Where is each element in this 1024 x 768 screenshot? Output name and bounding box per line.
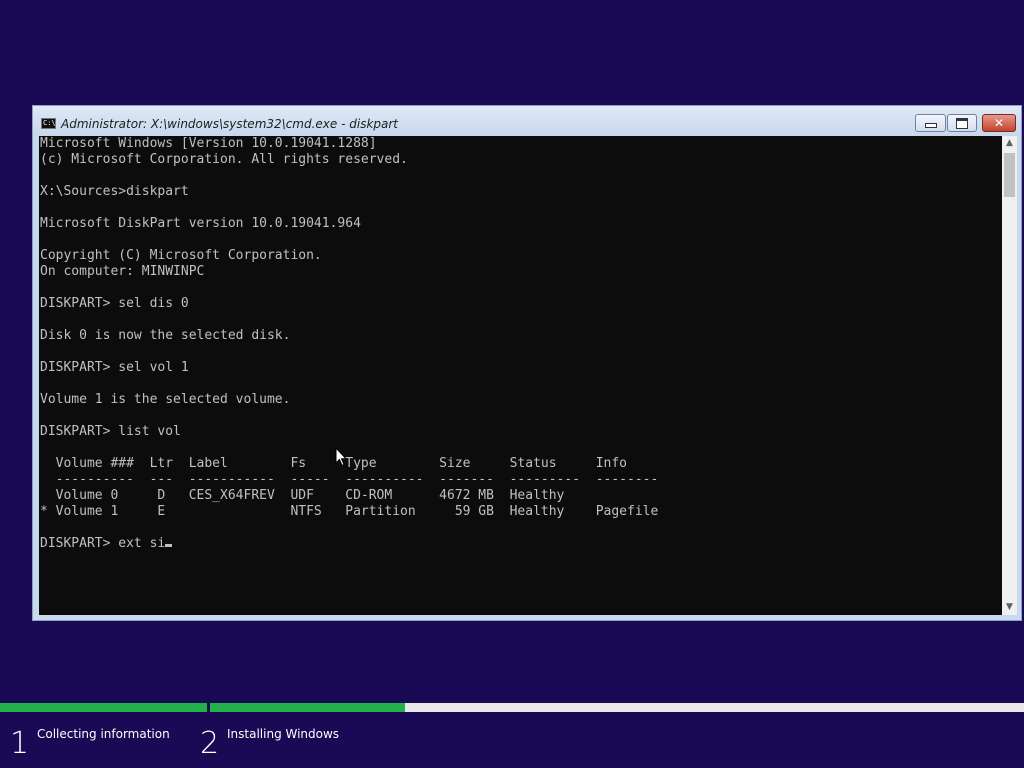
close-icon: ✕ (993, 116, 1005, 130)
maximize-button[interactable] (947, 114, 977, 132)
vertical-scrollbar[interactable]: ▲ ▼ (1002, 136, 1017, 615)
cmd-icon: C:\ (41, 118, 56, 129)
window-title: Administrator: X:\windows\system32\cmd.e… (61, 117, 399, 131)
text-cursor (165, 544, 173, 547)
scroll-up-icon[interactable]: ▲ (1002, 136, 1017, 151)
console-line: DISKPART> list vol (40, 424, 181, 439)
console-line: Volume ### Ltr Label Fs Type Size Status… (55, 456, 627, 471)
close-button[interactable]: ✕ (982, 114, 1016, 132)
console-line: DISKPART> sel dis 0 (40, 296, 189, 311)
maximize-icon (956, 117, 968, 129)
minimize-icon (924, 122, 937, 128)
mouse-pointer-icon (335, 447, 347, 467)
step-label: Collecting information (37, 727, 170, 741)
console-line: Microsoft Windows [Version 10.0.19041.12… (40, 136, 377, 151)
console-line: X:\Sources>diskpart (40, 184, 189, 199)
console-line: DISKPART> sel vol 1 (40, 360, 189, 375)
minimize-button[interactable] (915, 114, 946, 132)
setup-background: C:\ Administrator: X:\windows\system32\c… (0, 0, 1024, 768)
step-label: Installing Windows (227, 727, 340, 741)
setup-progress-bar (0, 703, 1024, 712)
console-line: ---------- --- ----------- ----- -------… (55, 472, 659, 487)
console-text: Microsoft Windows [Version 10.0.19041.12… (39, 136, 1002, 552)
console-line: Volume 1 is the selected volume. (40, 392, 291, 407)
console-line: (c) Microsoft Corporation. All rights re… (40, 152, 408, 167)
console-output[interactable]: Microsoft Windows [Version 10.0.19041.12… (39, 136, 1002, 615)
cmd-window: C:\ Administrator: X:\windows\system32\c… (32, 105, 1022, 621)
progress-fill (210, 703, 406, 712)
command-prompt-line[interactable]: DISKPART> ext si (40, 536, 165, 551)
scrollbar-thumb[interactable] (1004, 153, 1015, 197)
console-line: Microsoft DiskPart version 10.0.19041.96… (40, 216, 361, 231)
console-line: Copyright (C) Microsoft Corporation. (40, 248, 322, 263)
progress-segment-installing (210, 703, 1024, 712)
console-line: Volume 0 D CES_X64FREV UDF CD-ROM 4672 M… (55, 488, 565, 503)
progress-segment-collecting (0, 703, 207, 712)
step-number: 1 (10, 726, 30, 761)
title-bar[interactable]: C:\ Administrator: X:\windows\system32\c… (33, 106, 1021, 136)
progress-fill (0, 703, 207, 712)
console-line: * Volume 1 E NTFS Partition 59 GB Health… (40, 504, 659, 519)
scroll-down-icon[interactable]: ▼ (1002, 600, 1017, 615)
console-line: On computer: MINWINPC (40, 264, 205, 279)
step-number: 2 (200, 726, 220, 761)
console-line: Disk 0 is now the selected disk. (40, 328, 291, 343)
